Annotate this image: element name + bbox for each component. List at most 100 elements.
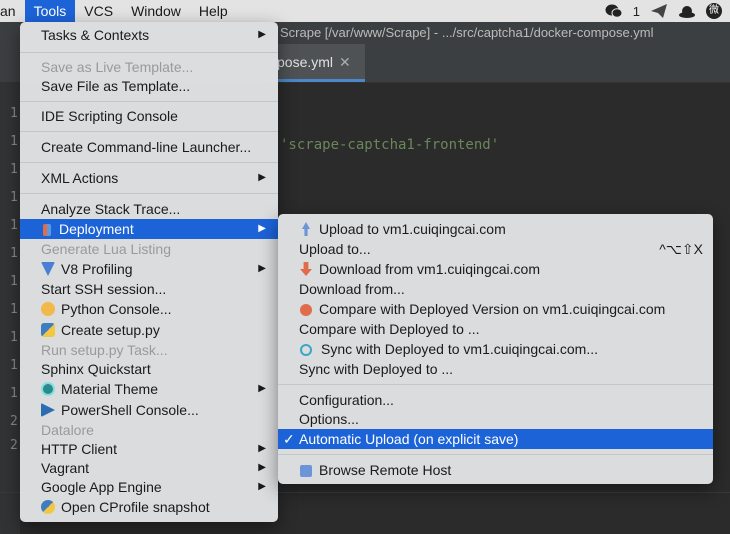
menu-item-download-from-host[interactable]: Download from vm1.cuiqingcai.com bbox=[278, 259, 713, 279]
submenu-arrow-icon: ▶ bbox=[258, 223, 266, 234]
python-console-icon bbox=[41, 302, 55, 316]
menu-separator bbox=[278, 454, 713, 455]
menu-item-label: Download from... bbox=[299, 281, 405, 297]
menu-item-powershell-console[interactable]: PowerShell Console... bbox=[20, 400, 278, 420]
menu-item-ide-scripting-console[interactable]: IDE Scripting Console bbox=[20, 106, 278, 126]
menu-item-label: Open CProfile snapshot bbox=[61, 499, 210, 515]
menu-item-label: Options... bbox=[299, 411, 359, 427]
menu-item-sync-with-deployed[interactable]: Sync with Deployed to ... bbox=[278, 359, 713, 379]
menu-item-compare-with-deployed[interactable]: Compare with Deployed to ... bbox=[278, 319, 713, 339]
submenu-arrow-icon: ▶ bbox=[258, 443, 266, 454]
v8-icon bbox=[41, 262, 55, 276]
browse-remote-host-icon bbox=[300, 465, 312, 477]
menu-item-label: Analyze Stack Trace... bbox=[41, 201, 181, 217]
submenu-arrow-icon: ▶ bbox=[258, 172, 266, 183]
menu-item-sphinx-quickstart[interactable]: Sphinx Quickstart bbox=[20, 359, 278, 379]
close-icon[interactable]: ✕ bbox=[339, 54, 351, 70]
menu-item-open-cprofile-snapshot[interactable]: Open CProfile snapshot bbox=[20, 497, 278, 517]
menu-item-label: Sync with Deployed to vm1.cuiqingcai.com… bbox=[321, 341, 599, 357]
menu-item-label: Compare with Deployed Version on vm1.cui… bbox=[319, 301, 666, 317]
menu-item-label: Material Theme bbox=[61, 381, 159, 397]
menu-item-google-app-engine[interactable]: Google App Engine ▶ bbox=[20, 477, 278, 497]
menu-item-material-theme[interactable]: Material Theme ▶ bbox=[20, 379, 278, 399]
menu-item-label: Create Command-line Launcher... bbox=[41, 139, 252, 155]
menu-item-label: Run setup.py Task... bbox=[41, 342, 168, 358]
submenu-arrow-icon: ▶ bbox=[258, 481, 266, 492]
menu-item-download-from[interactable]: Download from... bbox=[278, 279, 713, 299]
menu-item-label: Vagrant bbox=[41, 460, 89, 476]
menu-item-label: Configuration... bbox=[299, 392, 394, 408]
menu-item-save-file-template[interactable]: Save File as Template... bbox=[20, 76, 278, 96]
code-line-string: 'scrape-captcha1-frontend' bbox=[280, 137, 500, 153]
menu-item-http-client[interactable]: HTTP Client ▶ bbox=[20, 439, 278, 459]
menu-item-label: Automatic Upload (on explicit save) bbox=[299, 431, 519, 447]
input-method-badge[interactable]: 微 bbox=[706, 3, 722, 19]
menubar-item-help[interactable]: Help bbox=[190, 0, 237, 22]
line-number: 1 bbox=[10, 106, 18, 121]
menu-item-label: Upload to vm1.cuiqingcai.com bbox=[319, 221, 506, 237]
menubar-item-window[interactable]: Window bbox=[122, 0, 190, 22]
menu-item-automatic-upload[interactable]: ✓ Automatic Upload (on explicit save) bbox=[278, 429, 713, 449]
macos-menubar: an Tools VCS Window Help 1 微 bbox=[0, 0, 730, 22]
menu-item-compare-with-host[interactable]: Compare with Deployed Version on vm1.cui… bbox=[278, 299, 713, 319]
wechat-icon[interactable] bbox=[605, 3, 623, 19]
menu-item-label: Download from vm1.cuiqingcai.com bbox=[319, 261, 540, 277]
menu-item-configuration[interactable]: Configuration... bbox=[278, 390, 713, 410]
menu-item-upload-to[interactable]: Upload to... ^⌥⇧X bbox=[278, 239, 713, 259]
menu-item-label: Tasks & Contexts bbox=[41, 27, 150, 43]
deployment-submenu: Upload to vm1.cuiqingcai.com Upload to..… bbox=[278, 214, 713, 484]
checkmark-icon: ✓ bbox=[283, 431, 295, 447]
menu-item-save-live-template: Save as Live Template... bbox=[20, 57, 278, 77]
menu-item-label: Python Console... bbox=[61, 301, 172, 317]
menu-item-deployment[interactable]: Deployment ▶ bbox=[20, 219, 278, 239]
menu-item-create-setup-py[interactable]: Create setup.py bbox=[20, 320, 278, 340]
menubar-item-vcs[interactable]: VCS bbox=[75, 0, 122, 22]
menu-item-vagrant[interactable]: Vagrant ▶ bbox=[20, 458, 278, 478]
line-number: 1 bbox=[10, 330, 18, 345]
hat-icon[interactable] bbox=[678, 3, 696, 19]
tab-docker-compose[interactable]: pose.yml ✕ bbox=[265, 44, 365, 82]
menu-item-label: XML Actions bbox=[41, 170, 119, 186]
line-number: 1 bbox=[10, 358, 18, 373]
menu-item-browse-remote-host[interactable]: Browse Remote Host bbox=[278, 460, 713, 480]
menu-item-python-console[interactable]: Python Console... bbox=[20, 299, 278, 319]
cprofile-icon bbox=[41, 500, 55, 514]
menu-separator bbox=[20, 193, 278, 194]
menu-item-xml-actions[interactable]: XML Actions ▶ bbox=[20, 168, 278, 188]
material-theme-icon bbox=[41, 382, 55, 396]
tab-label: pose.yml bbox=[277, 54, 334, 70]
status-tray: 1 微 bbox=[605, 0, 722, 22]
menu-separator bbox=[20, 162, 278, 163]
menu-item-tasks-contexts[interactable]: Tasks & Contexts ▶ bbox=[20, 25, 278, 45]
line-number: 1 bbox=[10, 218, 18, 233]
menu-item-label: Google App Engine bbox=[41, 479, 162, 495]
menu-item-cmdline-launcher[interactable]: Create Command-line Launcher... bbox=[20, 137, 278, 157]
menu-item-datalore: Datalore bbox=[20, 420, 278, 440]
line-number: 1 bbox=[10, 386, 18, 401]
menu-item-sync-with-host[interactable]: Sync with Deployed to vm1.cuiqingcai.com… bbox=[278, 339, 713, 359]
submenu-arrow-icon: ▶ bbox=[258, 383, 266, 394]
menu-item-upload-to-host[interactable]: Upload to vm1.cuiqingcai.com bbox=[278, 219, 713, 239]
submenu-arrow-icon: ▶ bbox=[258, 462, 266, 473]
line-number: 1 bbox=[10, 246, 18, 261]
menu-item-label: Sync with Deployed to ... bbox=[299, 361, 454, 377]
menu-separator bbox=[20, 52, 278, 53]
line-number: 1 bbox=[10, 274, 18, 289]
menu-item-label: Sphinx Quickstart bbox=[41, 361, 151, 377]
deployment-icon bbox=[43, 224, 51, 236]
menubar-item-run[interactable]: an bbox=[0, 0, 25, 22]
menu-item-v8-profiling[interactable]: V8 Profiling ▶ bbox=[20, 259, 278, 279]
menu-item-label: PowerShell Console... bbox=[61, 402, 199, 418]
menu-item-start-ssh-session[interactable]: Start SSH session... bbox=[20, 279, 278, 299]
window-title: Scrape [/var/www/Scrape] - .../src/captc… bbox=[280, 25, 654, 40]
menu-item-options[interactable]: Options... bbox=[278, 409, 713, 429]
compare-icon bbox=[300, 304, 312, 316]
menu-separator bbox=[20, 101, 278, 102]
line-number: 1 bbox=[10, 302, 18, 317]
menu-item-analyze-stack-trace[interactable]: Analyze Stack Trace... bbox=[20, 199, 278, 219]
submenu-arrow-icon: ▶ bbox=[258, 263, 266, 274]
menu-item-label: Browse Remote Host bbox=[319, 462, 452, 478]
menu-item-label: Compare with Deployed to ... bbox=[299, 321, 480, 337]
telegram-icon[interactable] bbox=[650, 3, 668, 19]
menubar-item-tools[interactable]: Tools bbox=[24, 0, 76, 22]
